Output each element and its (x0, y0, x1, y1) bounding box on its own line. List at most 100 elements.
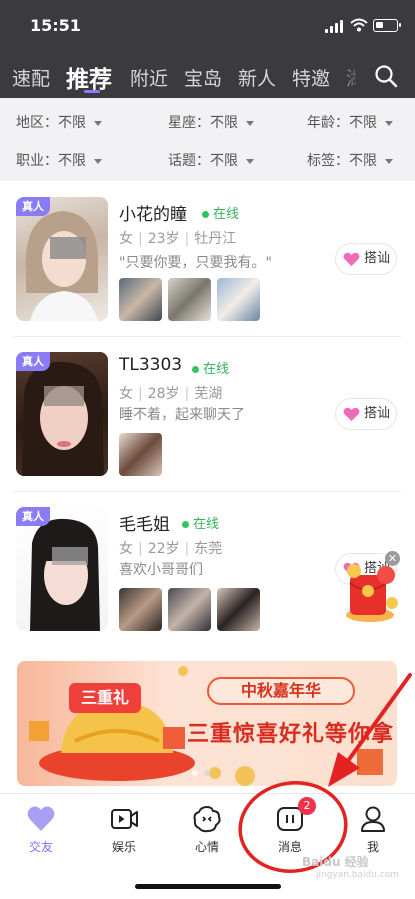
greet-button[interactable]: 搭讪 (335, 398, 397, 430)
nav-label: 心情 (194, 840, 219, 854)
filter-label: 年龄： (307, 115, 349, 131)
user-meta: 女 | 28岁 | 芜湖 (119, 386, 223, 402)
online-status: 在线 (192, 358, 229, 377)
tab-speed-match[interactable]: 速配 (12, 64, 50, 91)
home-indicator (135, 884, 281, 889)
nav-label: 交友 (28, 840, 53, 854)
filter-occupation[interactable]: 职业：不限 (16, 150, 102, 170)
photo-thumb[interactable] (119, 588, 162, 631)
filter-value: 不限 (58, 153, 86, 169)
heart-icon (343, 252, 360, 266)
user-gender: 女 (119, 386, 133, 402)
caret-down-icon (94, 120, 102, 126)
user-card[interactable]: 真人 TL3303 在线 女 | 28岁 | 芜湖 睡不着，起来聊天了 搭讪 (0, 337, 415, 492)
greet-label: 搭讪 (364, 406, 391, 421)
filter-value: 不限 (210, 115, 238, 131)
filter-panel: 地区：不限 星座：不限 年龄：不限 职业：不限 话题：不限 标签：不限 (0, 98, 415, 181)
filter-tag[interactable]: 标签：不限 (307, 150, 393, 170)
user-age: 23岁 (147, 231, 180, 247)
caret-down-icon (246, 158, 254, 164)
photo-strip (119, 433, 162, 476)
watermark-url: jingyan.baidu.com (316, 870, 400, 880)
caret-down-icon (94, 158, 102, 164)
battery-icon (373, 19, 401, 32)
video-icon (111, 809, 138, 829)
photo-thumb[interactable] (168, 588, 211, 631)
search-icon[interactable] (374, 64, 398, 88)
filter-value: 不限 (349, 153, 377, 169)
pager-dot (204, 770, 210, 776)
verified-badge: 真人 (16, 197, 50, 216)
wifi-icon (350, 18, 368, 32)
watermark: Baidu 经验 (302, 855, 369, 869)
banner-event: 中秋嘉年华 (207, 677, 355, 705)
user-city: 芜湖 (194, 386, 223, 402)
filter-value: 不限 (349, 115, 377, 131)
user-city: 牡丹江 (194, 231, 237, 247)
user-meta: 女 | 23岁 | 牡丹江 (119, 231, 237, 247)
filter-value: 不限 (210, 153, 238, 169)
user-meta: 女 | 22岁 | 东莞 (119, 541, 223, 557)
unread-badge: 2 (298, 797, 316, 815)
tab-nearby[interactable]: 附近 (130, 64, 168, 91)
avatar[interactable]: 真人 (16, 352, 108, 476)
tab-newcomer[interactable]: 新人 (238, 64, 276, 91)
filter-label: 标签： (307, 153, 349, 169)
filter-topic[interactable]: 话题：不限 (168, 150, 254, 170)
status-time: 15:51 (30, 16, 81, 35)
tab-recommend[interactable]: 推荐 (66, 60, 112, 94)
filter-label: 星座： (168, 115, 210, 131)
user-city: 东莞 (194, 541, 223, 557)
banner-tag: 三重礼 (69, 683, 141, 713)
photo-thumb[interactable] (217, 278, 260, 321)
photo-thumb[interactable] (168, 278, 211, 321)
greet-button[interactable]: 搭讪 (335, 243, 397, 275)
app-header: 15:51 速配 推荐 附近 宝岛 新人 特邀 湖 (0, 0, 415, 98)
filter-label: 地区： (16, 115, 58, 131)
close-icon[interactable]: ✕ (385, 551, 400, 566)
filter-label: 话题： (168, 153, 210, 169)
nav-entertainment[interactable]: 娱乐 (94, 804, 154, 858)
tab-fade (332, 52, 362, 98)
online-status: 在线 (202, 203, 239, 222)
banner-pager (192, 770, 222, 776)
category-tabs: 速配 推荐 附近 宝岛 新人 特邀 湖 (0, 52, 415, 98)
filter-region[interactable]: 地区：不限 (16, 112, 102, 132)
nav-label: 娱乐 (111, 840, 136, 854)
caret-down-icon (246, 120, 254, 126)
user-card[interactable]: 真人 小花的瞳 在线 女 | 23岁 | 牡丹江 "只要你要，只要我有。" 搭讪 (0, 182, 415, 337)
avatar[interactable]: 真人 (16, 507, 108, 631)
banner-headline: 三重惊喜好礼等你拿 (187, 722, 395, 747)
user-name: TL3303 (119, 355, 183, 375)
avatar[interactable]: 真人 (16, 197, 108, 321)
verified-badge: 真人 (16, 352, 50, 371)
tab-special-invite[interactable]: 特邀 (292, 64, 330, 91)
heart-icon (343, 407, 360, 421)
photo-thumb[interactable] (119, 278, 162, 321)
user-name: 小花的瞳 (119, 205, 187, 225)
nav-mood[interactable]: 心情 (177, 804, 237, 858)
user-motto: "只要你要，只要我有。" (119, 255, 272, 271)
user-motto: 喜欢小哥哥们 (119, 562, 203, 578)
photo-thumb[interactable] (119, 433, 162, 476)
mood-icon (193, 805, 221, 833)
promo-banner[interactable]: 三重礼 中秋嘉年华 三重惊喜好礼等你拿 (17, 661, 397, 786)
user-gender: 女 (119, 231, 133, 247)
tab-taiwan[interactable]: 宝岛 (184, 64, 222, 91)
filter-value: 不限 (58, 115, 86, 131)
greet-label: 搭讪 (364, 251, 391, 266)
pager-dot (192, 770, 198, 776)
user-age: 28岁 (147, 386, 180, 402)
photo-thumb[interactable] (217, 588, 260, 631)
user-name: 毛毛姐 (119, 515, 170, 535)
nav-me[interactable]: 我 (343, 804, 403, 858)
user-age: 22岁 (147, 541, 180, 557)
filter-label: 职业： (16, 153, 58, 169)
nav-friends[interactable]: 交友 (11, 804, 71, 858)
verified-badge: 真人 (16, 507, 50, 526)
photo-strip (119, 278, 260, 321)
filter-age[interactable]: 年龄：不限 (307, 112, 393, 132)
filter-zodiac[interactable]: 星座：不限 (168, 112, 254, 132)
online-status: 在线 (182, 513, 219, 532)
caret-down-icon (385, 120, 393, 126)
